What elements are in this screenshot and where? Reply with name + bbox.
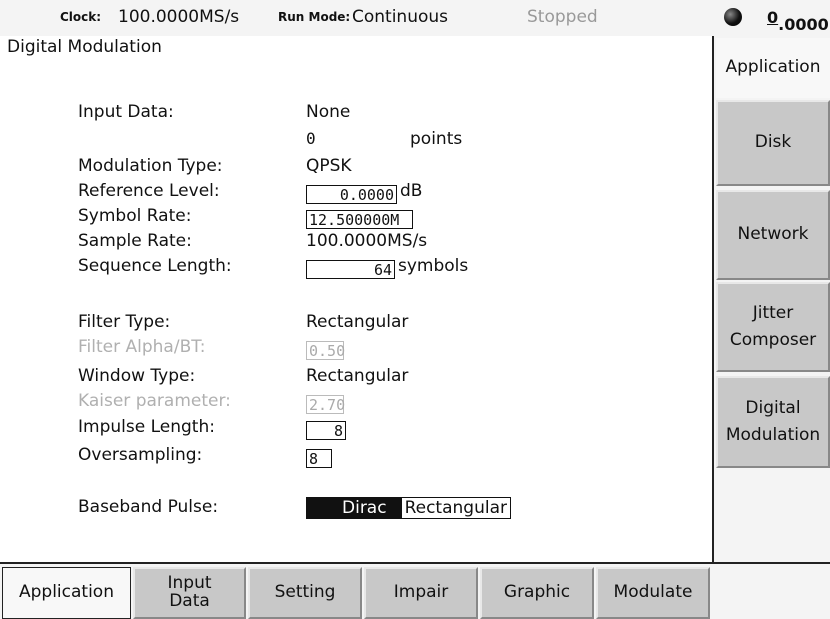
filter-alpha-label: Filter Alpha/BT: — [78, 337, 206, 357]
kaiser-parameter-field: 2.70 — [306, 395, 345, 414]
bottom-menu: Application Input Data Setting Impair Gra… — [0, 562, 830, 619]
points-unit: points — [410, 129, 463, 149]
kaiser-parameter-label: Kaiser parameter: — [78, 391, 231, 411]
sample-rate-value: 100.0000MS/s — [306, 231, 428, 251]
baseband-option-dirac[interactable]: Dirac — [306, 497, 401, 519]
side-menu-header: Application — [716, 38, 830, 98]
window-type-label: Window Type: — [78, 366, 196, 386]
input-data-label: Input Data: — [78, 102, 174, 122]
side-button-jitter-composer[interactable]: Jitter Composer — [716, 282, 830, 372]
window-type-value[interactable]: Rectangular — [306, 366, 408, 386]
baseband-option-rectangular[interactable]: Rectangular — [400, 497, 511, 519]
modulation-type-label: Modulation Type: — [78, 156, 223, 176]
filter-type-value[interactable]: Rectangular — [306, 312, 408, 332]
clock-label: Clock: — [60, 10, 102, 24]
sample-rate-label: Sample Rate: — [78, 231, 192, 251]
side-button-network[interactable]: Network — [716, 190, 830, 280]
filter-alpha-field: 0.50 — [306, 341, 345, 360]
status-bar: Clock: 100.0000MS/s Run Mode: Continuous… — [0, 0, 830, 36]
run-mode-label: Run Mode: — [278, 10, 351, 24]
sequence-length-field[interactable]: 64 — [306, 260, 395, 279]
symbol-rate-label: Symbol Rate: — [78, 206, 192, 226]
impulse-length-field[interactable]: 8 — [306, 421, 346, 440]
filter-type-label: Filter Type: — [78, 312, 171, 332]
reference-level-field[interactable]: 0.0000 — [306, 185, 397, 204]
clock-value: 100.0000MS/s — [118, 7, 240, 27]
bottom-button-input-data[interactable]: Input Data — [133, 567, 246, 619]
impulse-length-label: Impulse Length: — [78, 417, 215, 437]
side-button-digital-modulation[interactable]: Digital Modulation — [716, 376, 830, 468]
sequence-length-unit: symbols — [398, 256, 469, 276]
status-led-icon — [724, 8, 742, 26]
baseband-pulse-label: Baseband Pulse: — [78, 497, 219, 517]
bottom-button-setting[interactable]: Setting — [248, 567, 362, 619]
side-button-disk[interactable]: Disk — [716, 100, 830, 186]
status-value: 0.0000 — [767, 8, 829, 34]
sequence-length-label: Sequence Length: — [78, 256, 232, 276]
settings-panel: Digital Modulation Input Data: None 0 po… — [0, 36, 712, 562]
bottom-button-modulate[interactable]: Modulate — [596, 567, 710, 619]
page-title: Digital Modulation — [7, 37, 162, 57]
modulation-type-value[interactable]: QPSK — [306, 156, 352, 176]
oversampling-label: Oversampling: — [78, 445, 203, 465]
symbol-rate-field[interactable]: 12.500000M — [306, 210, 413, 229]
oversampling-field[interactable]: 8 — [306, 449, 332, 468]
baseband-pulse-toggle[interactable]: Dirac Rectangular — [306, 497, 511, 519]
run-mode-value: Continuous — [352, 7, 449, 27]
reference-level-unit: dB — [400, 181, 423, 201]
bottom-button-impair[interactable]: Impair — [364, 567, 478, 619]
bottom-button-graphic[interactable]: Graphic — [480, 567, 594, 619]
input-data-value[interactable]: None — [306, 102, 350, 122]
side-menu: Application Disk Network Jitter Composer … — [712, 36, 830, 562]
points-value: 0 — [306, 129, 316, 148]
reference-level-label: Reference Level: — [78, 181, 220, 201]
run-state: Stopped — [527, 7, 598, 27]
bottom-button-application[interactable]: Application — [2, 567, 131, 619]
